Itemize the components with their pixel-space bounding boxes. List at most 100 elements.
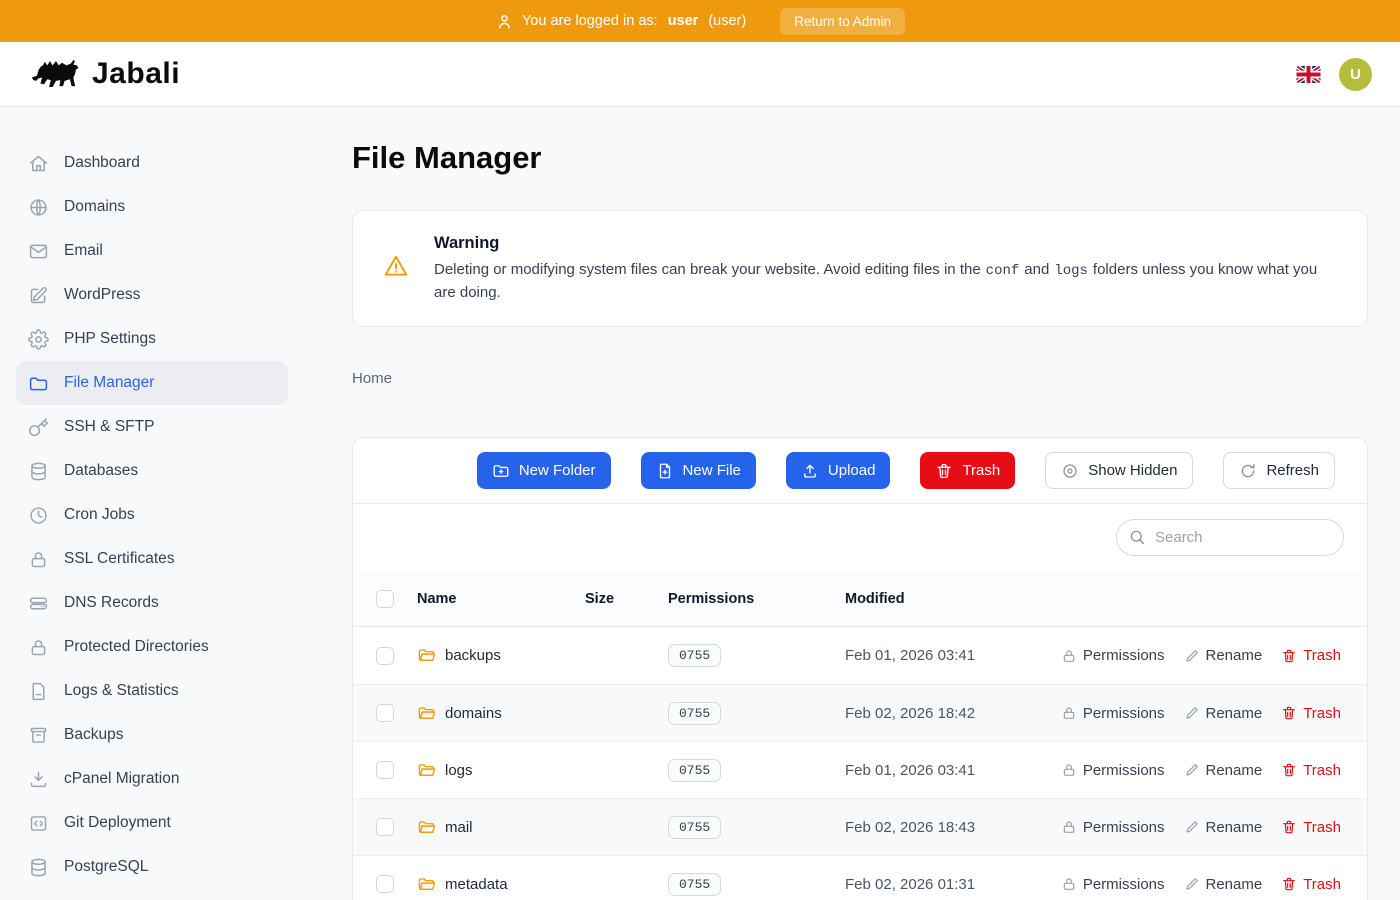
sidebar-item-file-manager[interactable]: File Manager [16, 361, 288, 405]
file-name-link[interactable]: metadata [445, 876, 508, 893]
return-to-admin-button[interactable]: Return to Admin [780, 8, 905, 35]
sidebar-item-php-settings[interactable]: PHP Settings [16, 317, 288, 361]
clock-icon [28, 504, 50, 526]
pencil-icon [1184, 819, 1200, 835]
sidebar-item-partial[interactable] [16, 889, 288, 900]
boar-logo-icon [30, 54, 82, 94]
trash-action[interactable]: Trash [1281, 647, 1341, 664]
folder-icon [417, 704, 436, 723]
file-name-link[interactable]: mail [445, 819, 473, 836]
trash-action[interactable]: Trash [1281, 705, 1341, 722]
logged-in-message: You are logged in as: user (user) [495, 12, 746, 31]
row-checkbox[interactable] [376, 875, 394, 893]
table-row: domains 0755 Feb 02, 2026 18:42 Permissi… [353, 684, 1367, 741]
rename-action[interactable]: Rename [1184, 762, 1263, 779]
trash-action[interactable]: Trash [1281, 819, 1341, 836]
sidebar-item-dns-records[interactable]: DNS Records [16, 581, 288, 625]
trash-action[interactable]: Trash [1281, 762, 1341, 779]
folder-icon [417, 646, 436, 665]
logged-in-role: (user) [708, 13, 746, 29]
sidebar-item-ssh-sftp[interactable]: SSH & SFTP [16, 405, 288, 449]
column-permissions: Permissions [668, 591, 845, 607]
sidebar-item-email[interactable]: Email [16, 229, 288, 273]
new-folder-button[interactable]: New Folder [477, 452, 611, 489]
sidebar-item-logs-statistics[interactable]: Logs & Statistics [16, 669, 288, 713]
select-all-checkbox[interactable] [376, 590, 394, 608]
sidebar-item-label: File Manager [64, 374, 154, 392]
sidebar-item-label: Email [64, 242, 103, 260]
trash-button[interactable]: Trash [920, 452, 1015, 489]
pencil-icon [1184, 705, 1200, 721]
warning-triangle-icon [383, 253, 409, 284]
row-checkbox[interactable] [376, 704, 394, 722]
uk-flag-icon[interactable] [1296, 66, 1321, 83]
folder-icon [417, 761, 436, 780]
permissions-action[interactable]: Permissions [1061, 647, 1165, 664]
warning-title: Warning [434, 234, 1337, 253]
folder-icon [417, 875, 436, 894]
lock-icon [1061, 648, 1077, 664]
sidebar-item-cpanel-migration[interactable]: cPanel Migration [16, 757, 288, 801]
new-file-button[interactable]: New File [641, 452, 756, 489]
file-name-link[interactable]: logs [445, 762, 473, 779]
user-avatar[interactable]: U [1339, 58, 1372, 91]
modified-date: Feb 01, 2026 03:41 [845, 762, 1061, 779]
code-icon [28, 812, 50, 834]
row-checkbox[interactable] [376, 761, 394, 779]
upload-button[interactable]: Upload [786, 452, 891, 489]
server-icon [28, 592, 50, 614]
permissions-badge: 0755 [668, 816, 721, 839]
app-header: Jabali U [0, 42, 1400, 107]
sidebar-item-label: SSH & SFTP [64, 418, 154, 436]
rename-action[interactable]: Rename [1184, 647, 1263, 664]
database-icon [28, 856, 50, 878]
column-modified: Modified [845, 591, 1341, 607]
pencil-icon [1184, 876, 1200, 892]
file-toolbar: New Folder New File Upload Trash Show Hi… [353, 438, 1367, 504]
warning-alert: Warning Deleting or modifying system fil… [352, 210, 1368, 327]
row-checkbox[interactable] [376, 647, 394, 665]
sidebar-item-label: Databases [64, 462, 138, 480]
breadcrumb-home[interactable]: Home [352, 370, 392, 387]
trash-icon [935, 462, 953, 480]
sidebar-item-wordpress[interactable]: WordPress [16, 273, 288, 317]
pencil-icon [1184, 762, 1200, 778]
sidebar-item-ssl-certificates[interactable]: SSL Certificates [16, 537, 288, 581]
person-icon [495, 12, 514, 31]
sidebar-item-protected-directories[interactable]: Protected Directories [16, 625, 288, 669]
code-logs: logs [1054, 263, 1088, 279]
permissions-action[interactable]: Permissions [1061, 819, 1165, 836]
sidebar-item-databases[interactable]: Databases [16, 449, 288, 493]
permissions-action[interactable]: Permissions [1061, 876, 1165, 893]
refresh-icon [1239, 462, 1257, 480]
sidebar-item-domains[interactable]: Domains [16, 185, 288, 229]
rename-action[interactable]: Rename [1184, 819, 1263, 836]
sidebar-nav: Dashboard Domains Email WordPress PHP Se… [0, 107, 304, 900]
sidebar-item-backups[interactable]: Backups [16, 713, 288, 757]
search-input[interactable] [1116, 519, 1344, 556]
permissions-action[interactable]: Permissions [1061, 762, 1165, 779]
folder-icon [28, 372, 50, 394]
rename-action[interactable]: Rename [1184, 876, 1263, 893]
file-name-link[interactable]: backups [445, 647, 501, 664]
file-name-link[interactable]: domains [445, 705, 502, 722]
table-row: backups 0755 Feb 01, 2026 03:41 Permissi… [353, 627, 1367, 684]
trash-icon [1281, 648, 1297, 664]
row-checkbox[interactable] [376, 818, 394, 836]
sidebar-item-label: cPanel Migration [64, 770, 179, 788]
refresh-button[interactable]: Refresh [1223, 452, 1335, 489]
sidebar-item-postgresql[interactable]: PostgreSQL [16, 845, 288, 889]
brand-logo[interactable]: Jabali [30, 54, 180, 94]
table-body: backups 0755 Feb 01, 2026 03:41 Permissi… [353, 627, 1367, 900]
sidebar-item-git-deployment[interactable]: Git Deployment [16, 801, 288, 845]
sidebar-item-dashboard[interactable]: Dashboard [16, 141, 288, 185]
logged-in-username: user [668, 13, 699, 29]
folder-icon [417, 818, 436, 837]
rename-action[interactable]: Rename [1184, 705, 1263, 722]
trash-action[interactable]: Trash [1281, 876, 1341, 893]
permissions-badge: 0755 [668, 702, 721, 725]
permissions-action[interactable]: Permissions [1061, 705, 1165, 722]
show-hidden-button[interactable]: Show Hidden [1045, 452, 1193, 489]
sidebar-item-cron-jobs[interactable]: Cron Jobs [16, 493, 288, 537]
table-row: metadata 0755 Feb 02, 2026 01:31 Permiss… [353, 855, 1367, 900]
